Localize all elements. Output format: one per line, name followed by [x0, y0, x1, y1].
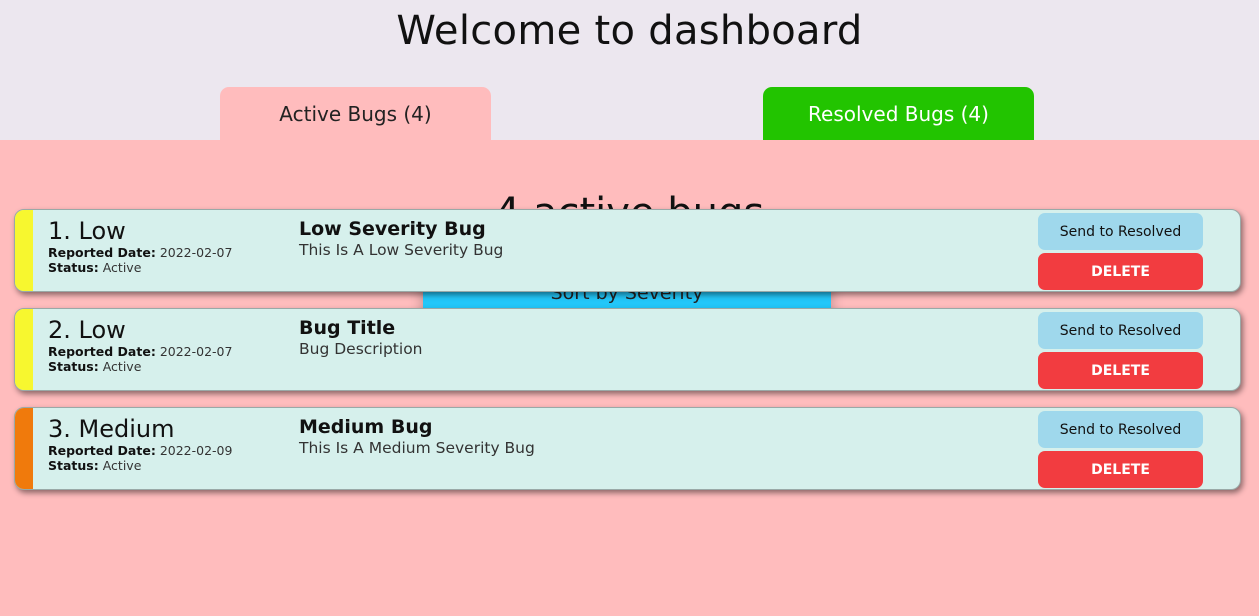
bug-status: Status: Active: [48, 359, 141, 374]
reported-date-value: 2022-02-07: [159, 344, 233, 359]
reported-date-label: Reported Date:: [48, 245, 156, 260]
bug-severity-heading: 1. Low: [48, 217, 126, 245]
bug-description: This Is A Medium Severity Bug: [299, 439, 535, 457]
severity-indicator: [15, 309, 33, 390]
bug-status: Status: Active: [48, 260, 141, 275]
bug-card: 3. Medium Reported Date: 2022-02-09 Stat…: [14, 407, 1241, 490]
status-value: Active: [102, 458, 142, 473]
bug-severity-heading: 3. Medium: [48, 415, 175, 443]
send-to-resolved-button[interactable]: Send to Resolved: [1038, 213, 1203, 250]
status-value: Active: [102, 359, 142, 374]
bug-description: This Is A Low Severity Bug: [299, 241, 504, 259]
bug-reported-date: Reported Date: 2022-02-07: [48, 245, 232, 260]
bug-reported-date: Reported Date: 2022-02-07: [48, 344, 232, 359]
bug-severity-heading: 2. Low: [48, 316, 126, 344]
severity-indicator: [15, 408, 33, 489]
status-label: Status:: [48, 359, 99, 374]
bug-card: 1. Low Reported Date: 2022-02-07 Status:…: [14, 209, 1241, 292]
send-to-resolved-button[interactable]: Send to Resolved: [1038, 312, 1203, 349]
bug-title: Low Severity Bug: [299, 218, 486, 240]
delete-button[interactable]: DELETE: [1038, 451, 1203, 488]
bug-card: 2. Low Reported Date: 2022-02-07 Status:…: [14, 308, 1241, 391]
bug-title: Bug Title: [299, 317, 396, 339]
status-label: Status:: [48, 458, 99, 473]
tab-resolved-bugs[interactable]: Resolved Bugs (4): [763, 87, 1034, 141]
bug-status: Status: Active: [48, 458, 141, 473]
tab-resolved-bugs-label: Resolved Bugs (4): [808, 102, 989, 126]
bug-list: 1. Low Reported Date: 2022-02-07 Status:…: [14, 209, 1241, 506]
reported-date-label: Reported Date:: [48, 443, 156, 458]
tab-active-bugs[interactable]: Active Bugs (4): [220, 87, 491, 141]
reported-date-value: 2022-02-09: [159, 443, 233, 458]
tab-active-bugs-label: Active Bugs (4): [279, 102, 432, 126]
reported-date-label: Reported Date:: [48, 344, 156, 359]
bug-title: Medium Bug: [299, 416, 433, 438]
bug-description: Bug Description: [299, 340, 423, 358]
delete-button[interactable]: DELETE: [1038, 253, 1203, 290]
delete-button[interactable]: DELETE: [1038, 352, 1203, 389]
reported-date-value: 2022-02-07: [159, 245, 233, 260]
status-label: Status:: [48, 260, 99, 275]
status-value: Active: [102, 260, 142, 275]
severity-indicator: [15, 210, 33, 291]
send-to-resolved-button[interactable]: Send to Resolved: [1038, 411, 1203, 448]
bug-reported-date: Reported Date: 2022-02-09: [48, 443, 232, 458]
page-title: Welcome to dashboard: [396, 8, 863, 54]
